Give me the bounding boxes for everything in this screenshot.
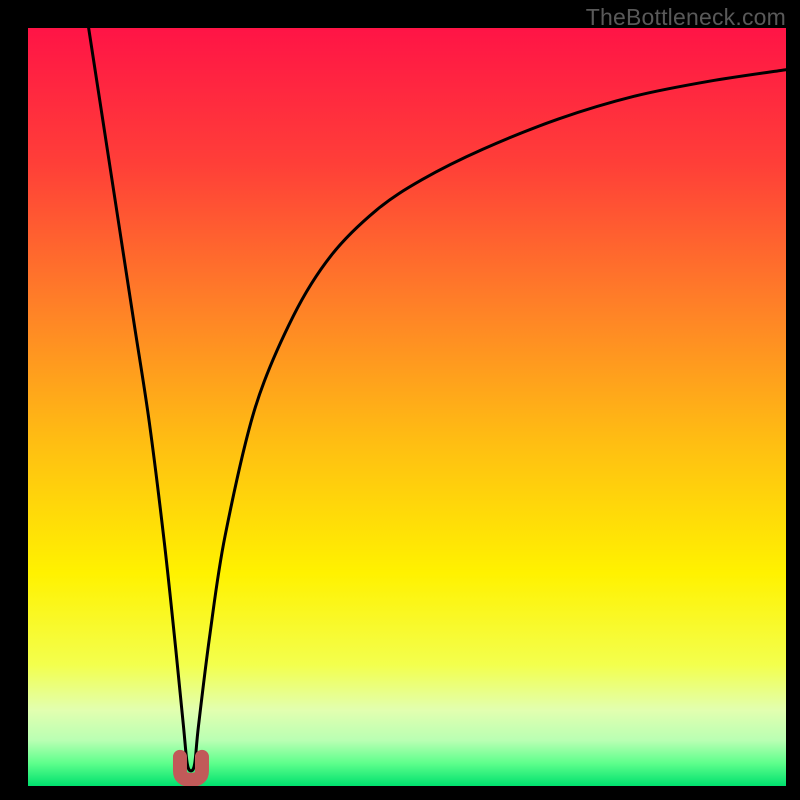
plot-area <box>28 28 786 786</box>
optimum-marker <box>180 757 202 780</box>
curve-layer <box>28 28 786 786</box>
chart-stage: TheBottleneck.com <box>0 0 800 800</box>
watermark-text: TheBottleneck.com <box>586 4 786 31</box>
bottleneck-curve <box>89 28 786 771</box>
